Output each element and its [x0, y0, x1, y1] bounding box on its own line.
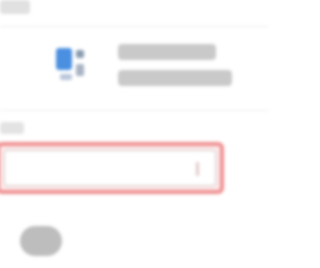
text-input[interactable] [4, 150, 216, 186]
field-label [0, 122, 24, 134]
app-name-text [118, 44, 216, 60]
submit-button[interactable] [20, 226, 62, 256]
section-divider [0, 110, 269, 111]
input-end-icon [196, 162, 199, 176]
app-logo-icon [46, 38, 96, 88]
app-subtitle-text [118, 70, 232, 86]
header-label [0, 0, 30, 14]
divider [0, 26, 269, 27]
